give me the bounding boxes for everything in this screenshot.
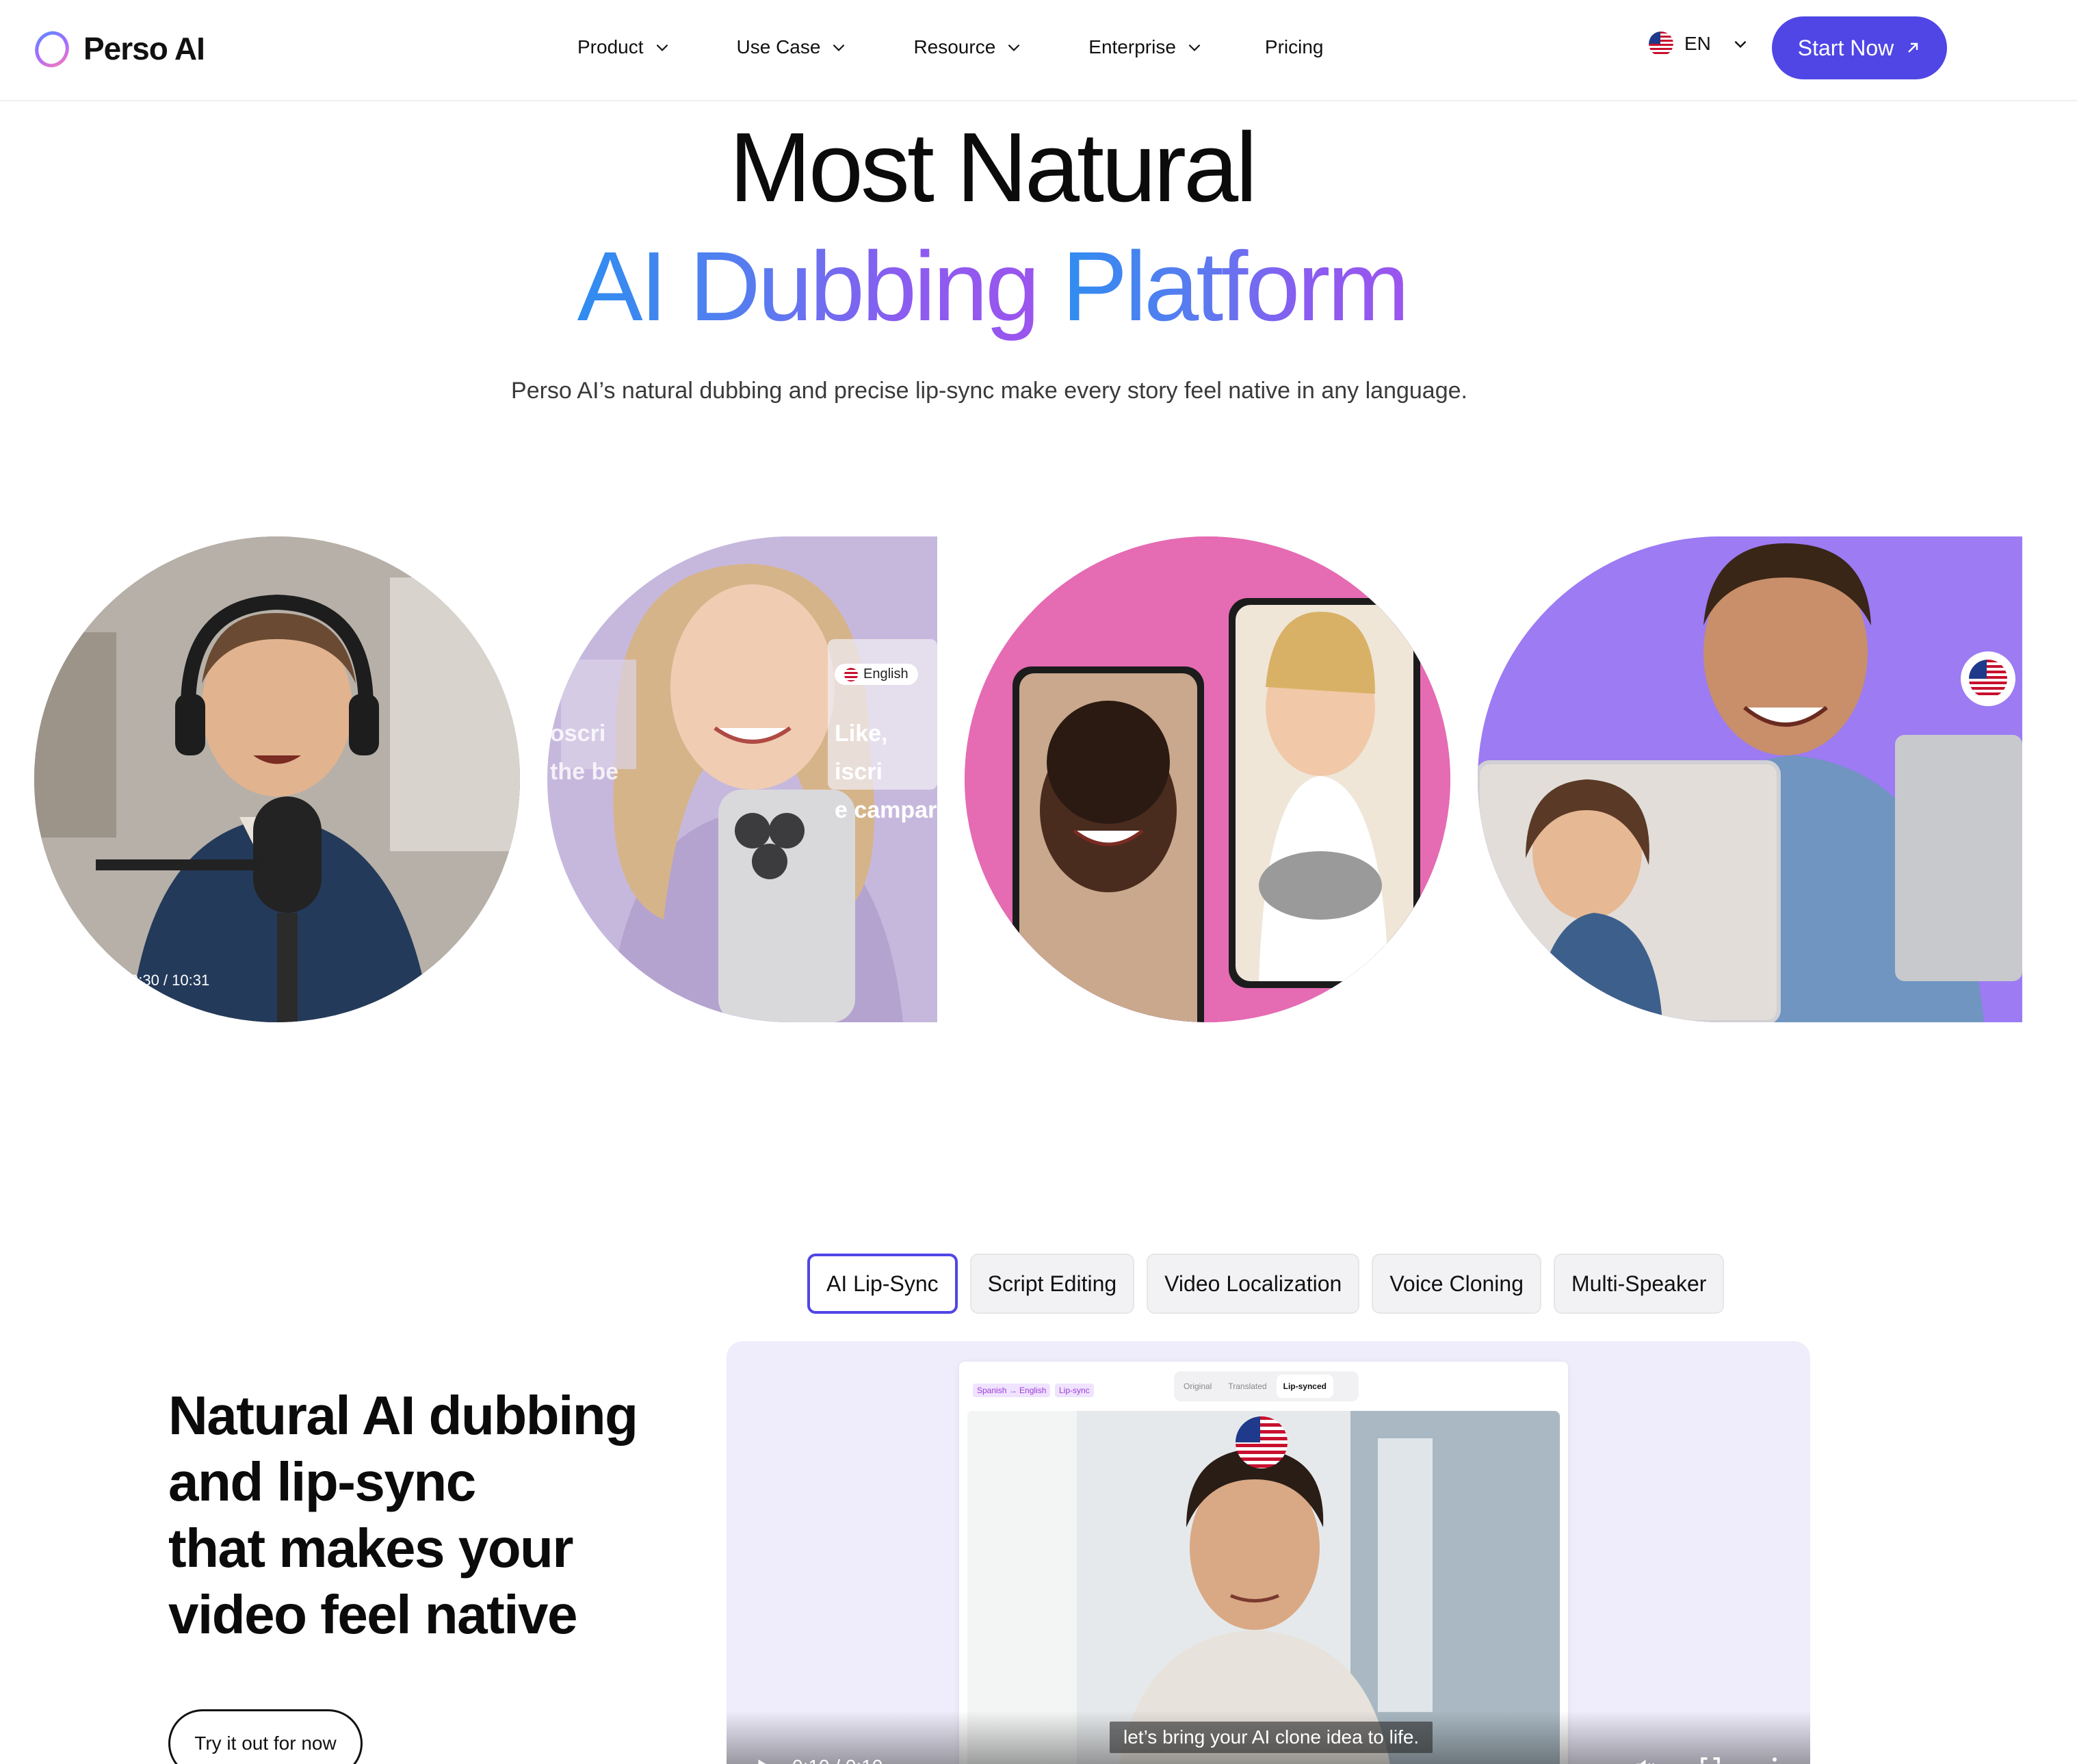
caption-right-line2: e campar <box>835 797 937 823</box>
video-subtitle: let’s bring your AI clone idea to life. <box>1110 1722 1433 1753</box>
phones-illustration <box>965 536 1450 1022</box>
view-mode-segmented: Original Translated Lip-synced <box>1174 1371 1359 1401</box>
more-options-icon[interactable] <box>1762 1754 1787 1764</box>
hero-subtitle: Perso AI’s natural dubbing and precise l… <box>511 378 1467 404</box>
chevron-down-icon <box>656 44 668 51</box>
nav-item-label: Resource <box>913 36 996 57</box>
showcase-selfie[interactable]: English Like, iscri e campar oscri the b… <box>547 536 937 1022</box>
nav-item-product[interactable]: Product <box>577 30 671 64</box>
feature-heading-line: and lip-sync <box>168 1451 476 1512</box>
feature-heading-line: video feel native <box>168 1584 577 1645</box>
tab-script-editing[interactable]: Script Editing <box>969 1254 1135 1314</box>
language-badge-label: English <box>863 666 909 682</box>
top-nav: Perso AI Product Use Case Resource Enter… <box>0 0 2077 101</box>
play-icon[interactable] <box>751 1754 776 1764</box>
chevron-down-icon <box>1008 44 1020 51</box>
nav-item-label: Product <box>577 36 644 57</box>
feature-heading-line: Natural AI dubbing <box>168 1385 638 1446</box>
us-flag-icon <box>844 667 858 682</box>
nav-item-label: Pricing <box>1264 36 1324 57</box>
logo-ring-icon <box>35 31 69 68</box>
showcase-short-form[interactable] <box>965 536 1450 1022</box>
us-flag-icon <box>1969 660 2007 698</box>
feature-heading-line: that makes your <box>168 1518 574 1579</box>
brand-name: Perso AI <box>83 31 205 66</box>
lip-sync-pill: Lip-sync <box>1055 1384 1094 1397</box>
chevron-down-icon <box>1734 40 1747 49</box>
tab-video-localization[interactable]: Video Localization <box>1147 1254 1360 1314</box>
main-menu: Product Use Case Resource Enterprise Pri… <box>577 30 1324 64</box>
segment-translated[interactable]: Translated <box>1221 1375 1273 1398</box>
mute-icon[interactable] <box>1632 1754 1657 1764</box>
arrow-up-right-icon <box>1908 42 1918 53</box>
nav-item-use-case[interactable]: Use Case <box>737 30 848 64</box>
chevron-down-icon <box>833 44 845 51</box>
feature-tabs: AI Lip-Sync Script Editing Video Localiz… <box>807 1254 1725 1314</box>
caption-left: oscri the be <box>550 714 618 791</box>
logo[interactable]: Perso AI <box>31 25 205 73</box>
segment-lip-synced[interactable]: Lip-synced <box>1276 1375 1333 1398</box>
segment-original[interactable]: Original <box>1177 1375 1218 1398</box>
us-flag-icon <box>1649 31 1673 56</box>
video-call-illustration <box>1478 536 2022 1022</box>
nav-item-enterprise[interactable]: Enterprise <box>1088 30 1203 64</box>
language-code: EN <box>1684 33 1711 54</box>
hero-title-line1: Most Natural <box>729 112 1257 222</box>
tab-ai-lip-sync[interactable]: AI Lip-Sync <box>807 1254 958 1314</box>
video-timestamp: 0:30 / 10:31 <box>130 972 210 989</box>
chevron-down-icon <box>1188 44 1201 51</box>
language-bubble <box>1961 651 2015 706</box>
caption-right-line1: Like, iscri <box>835 721 888 785</box>
nav-item-label: Use Case <box>736 36 821 57</box>
caption-left-line1: oscri <box>550 721 606 747</box>
start-now-label: Start Now <box>1797 35 1894 60</box>
nav-item-resource[interactable]: Resource <box>913 30 1023 64</box>
playback-time: 0:10 / 0:10 <box>792 1756 883 1764</box>
language-selector[interactable]: EN <box>1649 31 1749 56</box>
start-now-button[interactable]: Start Now <box>1772 16 1947 79</box>
demo-app-card: Spanish → English Lip-sync Original Tran… <box>959 1362 1568 1764</box>
language-badge: English <box>835 664 918 685</box>
showcase-video-call[interactable] <box>1478 536 2022 1022</box>
nav-item-pricing[interactable]: Pricing <box>1265 30 1324 64</box>
demo-video-player[interactable]: Spanish → English Lip-sync Original Tran… <box>727 1341 1810 1764</box>
tab-multi-speaker[interactable]: Multi-Speaker <box>1554 1254 1725 1314</box>
hero-title-gradient-b: Platform <box>1062 231 1409 341</box>
caption-right: Like, iscri e campar <box>835 714 937 829</box>
us-flag-icon <box>1236 1416 1288 1468</box>
tab-voice-cloning[interactable]: Voice Cloning <box>1372 1254 1541 1314</box>
language-pair-pill: Spanish → English <box>973 1384 1051 1397</box>
podcaster-illustration <box>34 536 520 1022</box>
showcase-podcast[interactable]: 0:30 / 10:31 <box>34 536 520 1022</box>
caption-left-line2: the be <box>550 759 619 785</box>
fullscreen-icon[interactable] <box>1698 1754 1723 1764</box>
nav-item-label: Enterprise <box>1088 36 1176 57</box>
try-it-out-button[interactable]: Try it out for now <box>168 1709 363 1764</box>
hero-title-line2: AI Dubbing Platform <box>0 235 1984 338</box>
hero-title-gradient-a: AI Dubbing <box>577 231 1040 341</box>
feature-heading: Natural AI dubbing and lip-sync that mak… <box>168 1382 702 1648</box>
